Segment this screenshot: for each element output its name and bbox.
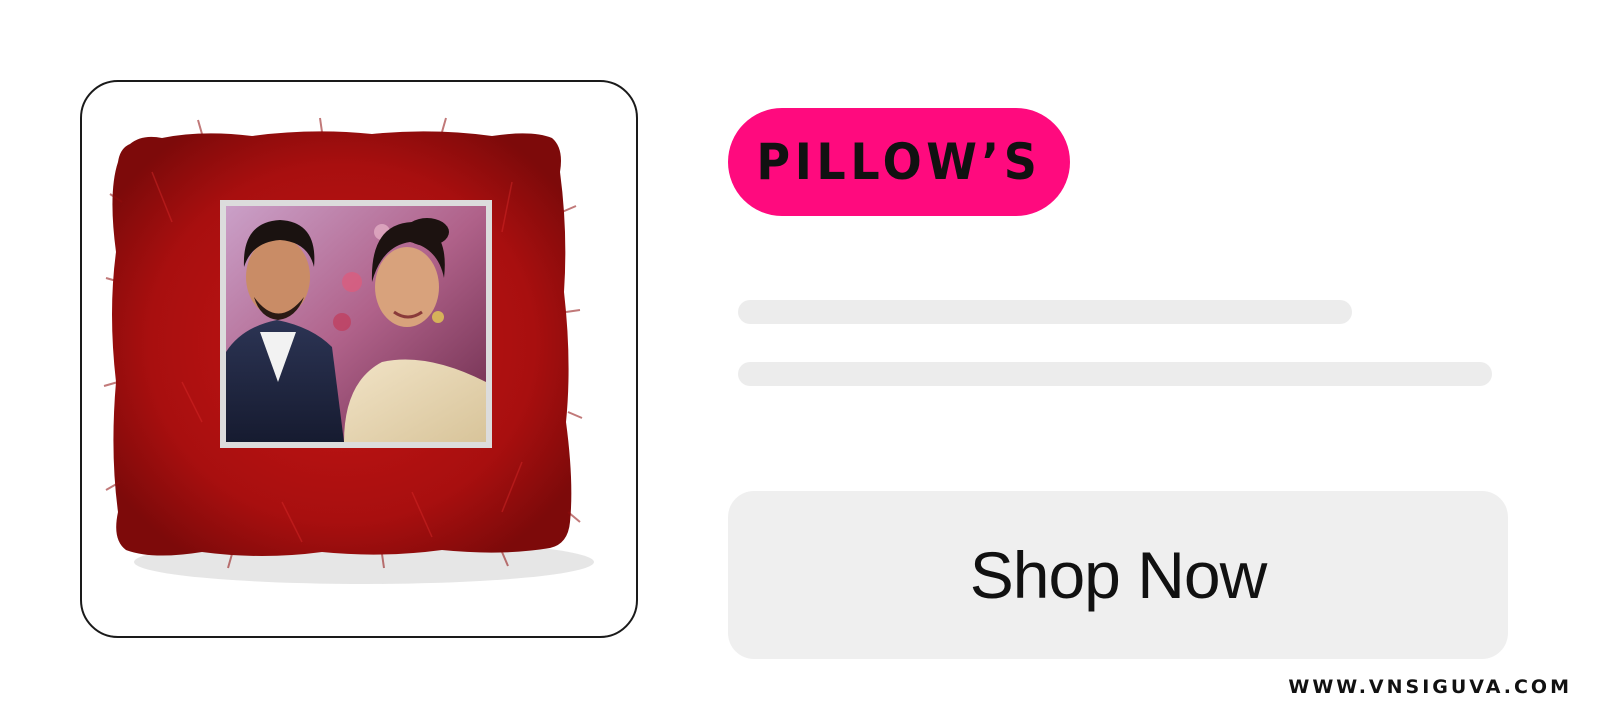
product-promo-card: PILLOW’S Shop Now WWW.VNSIGUVA.COM bbox=[0, 0, 1600, 712]
shop-now-label: Shop Now bbox=[969, 538, 1268, 612]
description-placeholder-line-2 bbox=[738, 362, 1492, 386]
website-watermark: WWW.VNSIGUVA.COM bbox=[1288, 676, 1572, 698]
description-placeholder-line-1 bbox=[738, 300, 1352, 324]
pillow-image bbox=[103, 117, 594, 584]
product-image-frame[interactable] bbox=[80, 80, 638, 638]
category-badge: PILLOW’S bbox=[728, 108, 1070, 216]
shop-now-button[interactable]: Shop Now bbox=[728, 491, 1508, 659]
category-label: PILLOW’S bbox=[756, 133, 1042, 191]
